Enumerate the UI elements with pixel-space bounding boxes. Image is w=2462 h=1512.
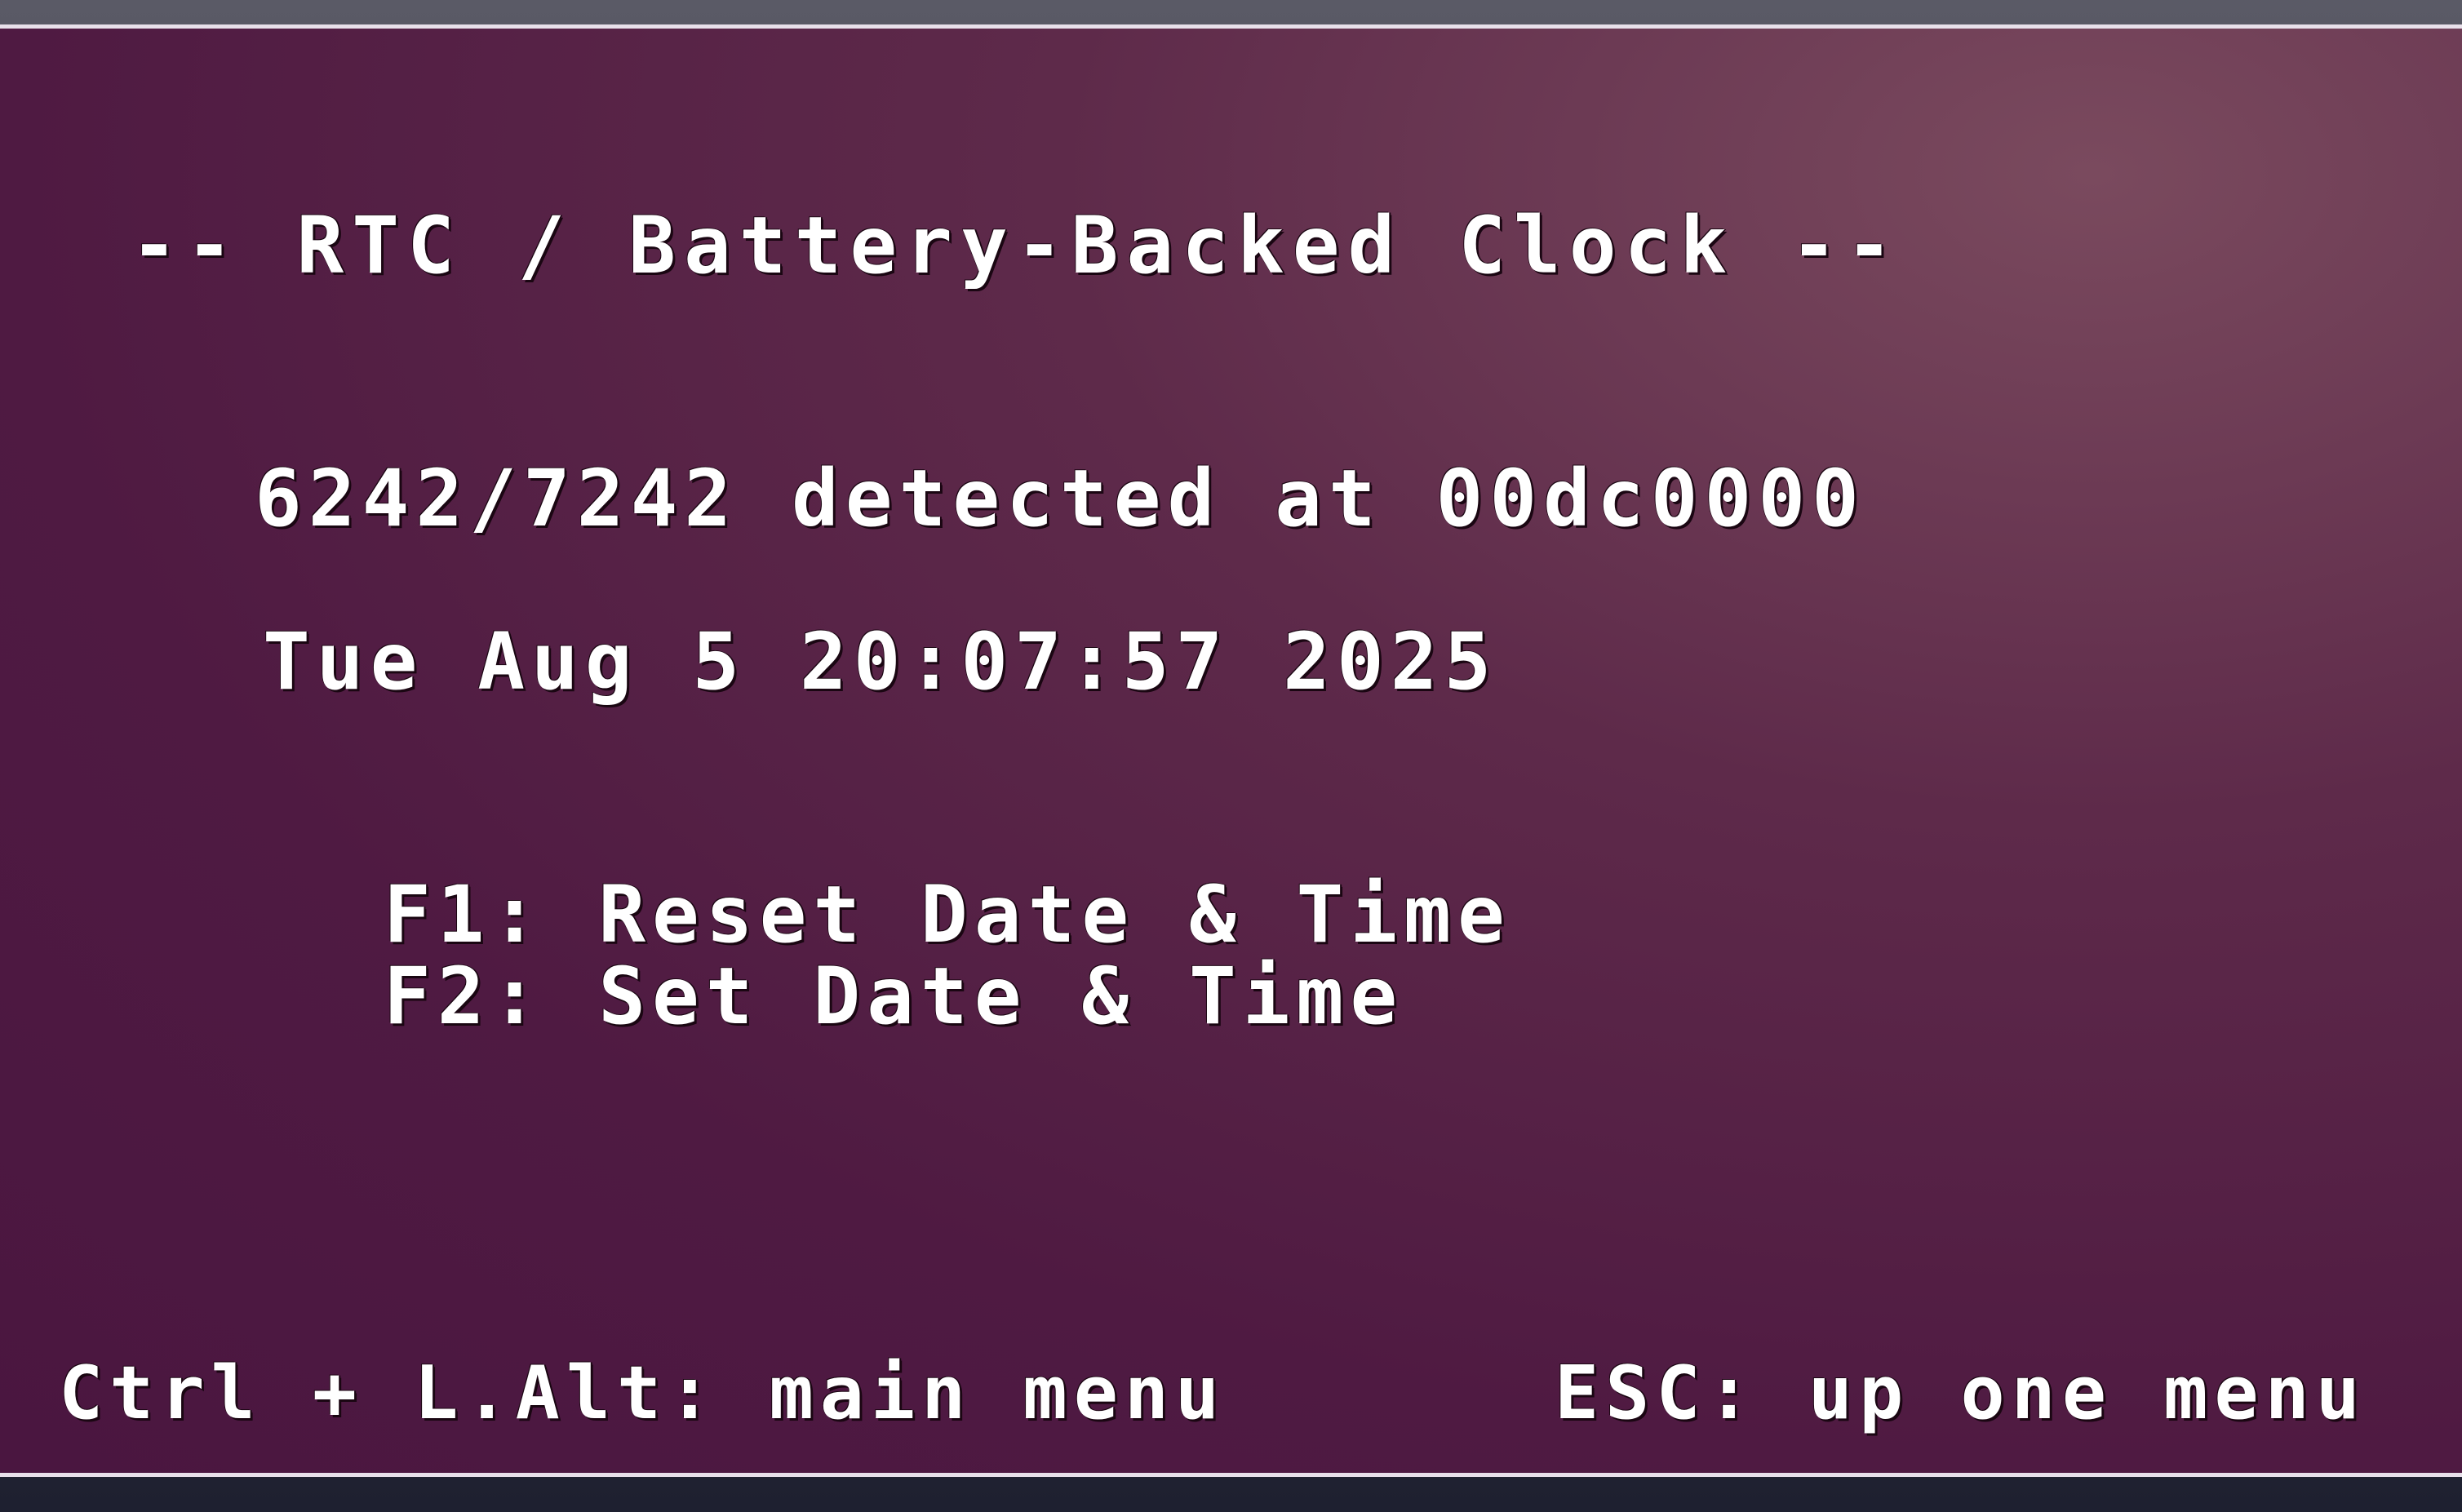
up-one-menu-hint[interactable]: ESC: up one menu [1555, 1350, 2367, 1436]
main-menu-hint[interactable]: Ctrl + L.Alt: main menu [59, 1350, 1226, 1436]
page-title: -- RTC / Battery-Backed Clock -- [131, 200, 1901, 291]
menu-item-set-date-time[interactable]: F2: Set Date & Time [384, 951, 1404, 1042]
rtc-screen: -- RTC / Battery-Backed Clock -- 6242/72… [0, 24, 2462, 1477]
menu-item-reset-date-time[interactable]: F1: Reset Date & Time [384, 869, 1511, 960]
rtc-detection-status: 6242/7242 detected at 00dc0000 [255, 453, 1865, 544]
current-datetime: Tue Aug 5 20:07:57 2025 [263, 616, 1498, 707]
